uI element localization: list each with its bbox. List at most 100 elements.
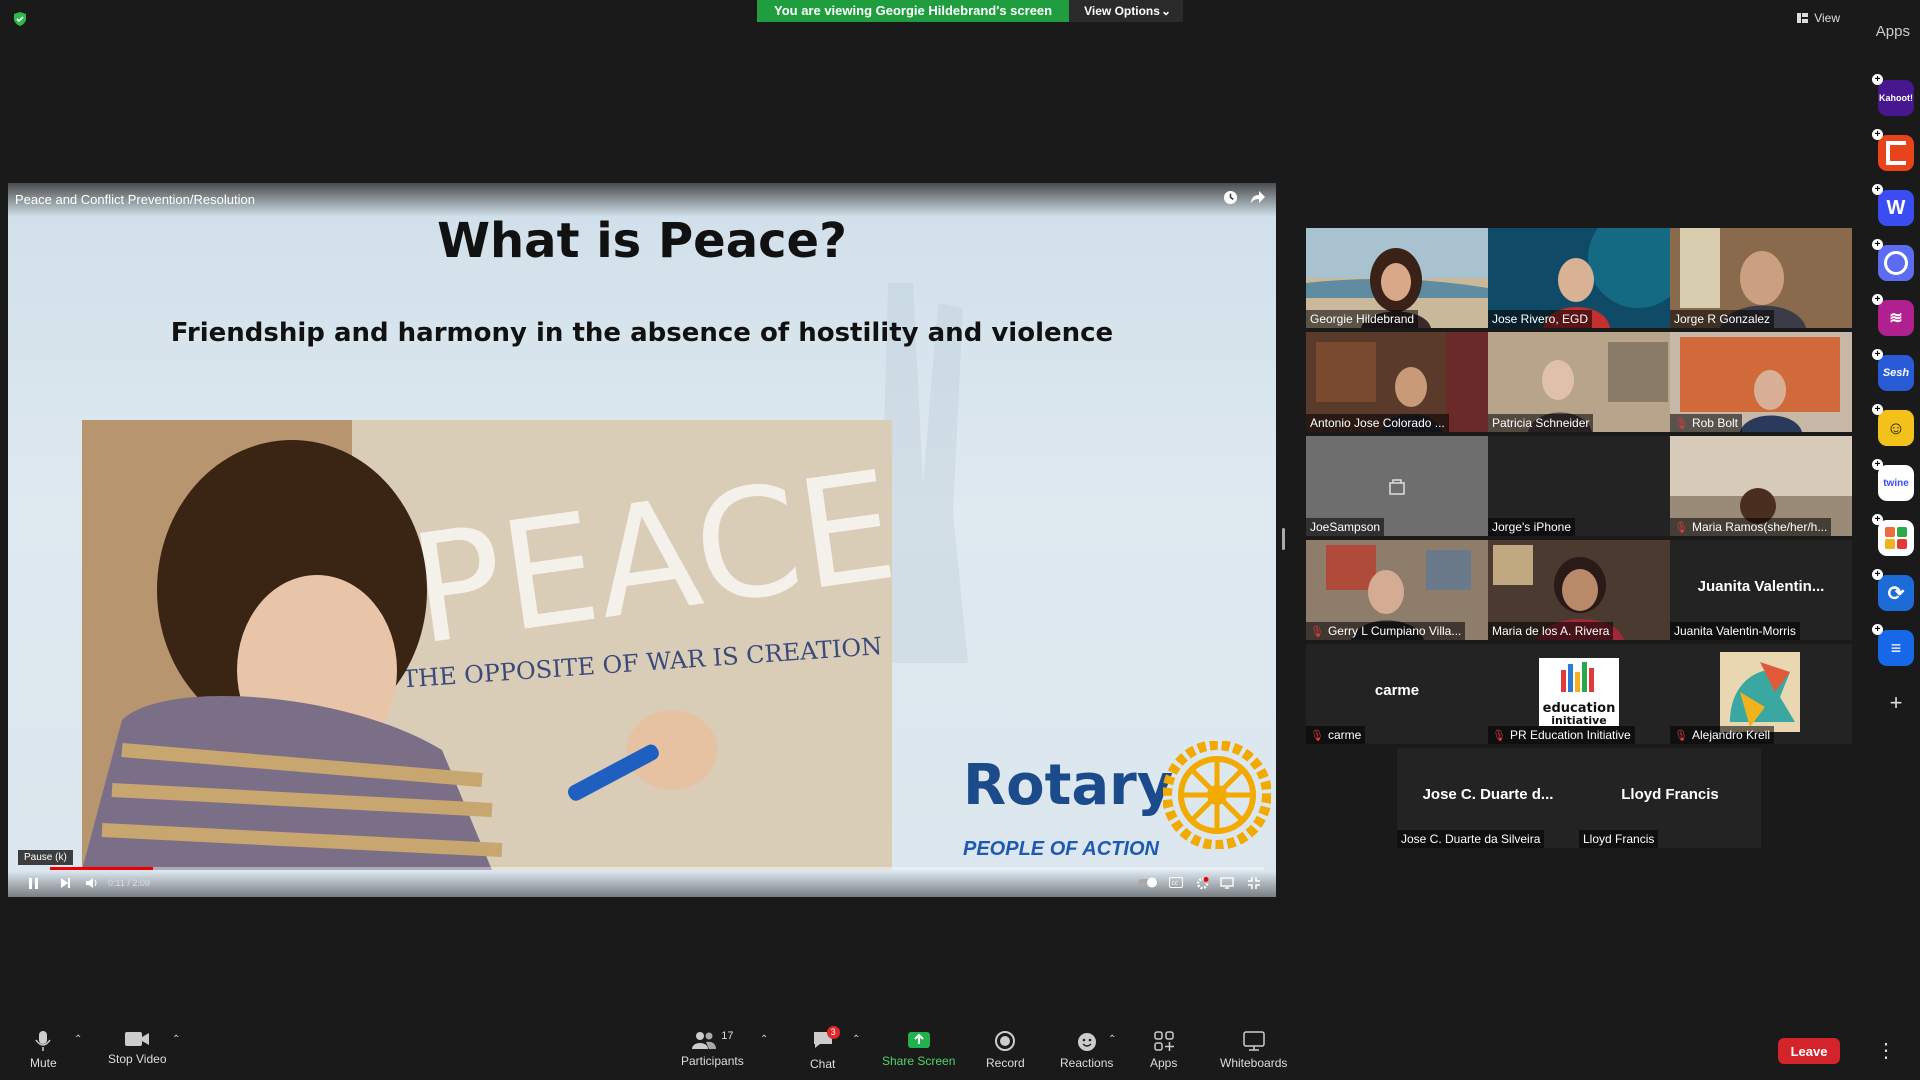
next-video-icon[interactable] [60, 877, 71, 889]
participant-tile[interactable]: education initiative 🎙 PR Education Initi… [1488, 644, 1670, 744]
view-button[interactable]: View [1797, 11, 1840, 25]
reactions-label: Reactions [1060, 1056, 1114, 1070]
participant-tile[interactable]: JoeSampson [1306, 436, 1488, 536]
app-glyph: ☺ [1886, 417, 1906, 438]
view-options-label: View Options [1084, 4, 1160, 18]
app-yellow-icon[interactable]: + ☺ [1872, 404, 1914, 446]
reactions-button[interactable]: Reactions [1060, 1030, 1113, 1070]
participant-tile[interactable]: Jose Rivero, EGD [1488, 228, 1670, 328]
wooclap-icon[interactable]: + W [1872, 184, 1914, 226]
panel-resize-handle[interactable] [1282, 528, 1285, 550]
app-label: Kahoot! [1879, 93, 1913, 103]
record-icon [995, 1031, 1016, 1051]
participant-name-text: Patricia Schneider [1492, 416, 1590, 430]
add-app-icon: + [1872, 514, 1883, 525]
video-title[interactable]: Peace and Conflict Prevention/Resolution [15, 192, 255, 207]
share-title-icons [1223, 190, 1266, 205]
participant-name: Juanita Valentin-Morris [1670, 622, 1800, 640]
muted-mic-icon: 🎙 [1310, 729, 1324, 742]
participant-tile[interactable]: Patricia Schneider [1488, 332, 1670, 432]
app-label: Sesh [1882, 367, 1910, 379]
participant-name: Patricia Schneider [1488, 414, 1594, 432]
add-app-icon: + [1872, 74, 1883, 85]
participant-tile[interactable]: Maria de los A. Rivera [1488, 540, 1670, 640]
participant-tile[interactable]: carme 🎙 carme [1306, 644, 1488, 744]
rotary-wheel-icon [1163, 741, 1271, 849]
participant-tile[interactable]: Georgie Hildebrand [1306, 228, 1488, 328]
participant-name: Jorge's iPhone [1488, 518, 1576, 536]
app-glyph: ≋ [1889, 310, 1903, 327]
watch-later-icon[interactable] [1223, 190, 1238, 205]
participant-name: Jose C. Duarte da Silveira [1397, 830, 1545, 848]
share-screen-icon [907, 1032, 930, 1048]
twine-icon[interactable]: + twine [1872, 459, 1914, 501]
apps-button[interactable]: Apps [1150, 1030, 1177, 1070]
volume-icon[interactable] [85, 877, 98, 889]
participant-name-text: Jose C. Duarte da Silveira [1401, 832, 1541, 846]
participant-tile[interactable]: 🎙 Maria Ramos(she/her/h... [1670, 436, 1852, 536]
participant-name: 🎙 Gerry L Cumpiano Villa... [1306, 622, 1466, 640]
chat-options-chevron-icon[interactable]: ⌃ [852, 1034, 860, 1045]
participant-tile[interactable]: Jose C. Duarte d... Jose C. Duarte da Si… [1397, 748, 1579, 848]
participant-tile[interactable]: Jorge's iPhone [1488, 436, 1670, 536]
kahoot-icon[interactable]: + Kahoot! [1872, 74, 1914, 116]
participant-tile[interactable]: Juanita Valentin... Juanita Valentin-Mor… [1670, 540, 1852, 640]
stop-video-button[interactable]: Stop Video [108, 1030, 167, 1066]
exit-fullscreen-icon[interactable] [1248, 877, 1260, 889]
video-progress-fill [50, 867, 154, 870]
participant-name: 🎙 Rob Bolt [1670, 414, 1742, 432]
participant-name-text: Maria de los A. Rivera [1492, 624, 1610, 638]
app-glyph [1886, 141, 1906, 165]
video-progress-bar[interactable] [50, 867, 1264, 870]
participant-name: 🎙 Alejandro Krell [1670, 726, 1775, 744]
participant-tile[interactable]: Jorge R Gonzalez [1670, 228, 1852, 328]
audio-options-chevron-icon[interactable]: ⌃ [74, 1034, 82, 1045]
muted-mic-icon: 🎙 [1674, 521, 1688, 534]
share-screen-button[interactable]: Share Screen [882, 1030, 955, 1068]
app-chat-icon[interactable]: + [1872, 239, 1914, 281]
participant-tile[interactable]: 🎙 Rob Bolt [1670, 332, 1852, 432]
settings-gear-icon[interactable] [1196, 877, 1209, 890]
security-shield-icon[interactable] [13, 12, 27, 26]
mute-button[interactable]: Mute [30, 1030, 57, 1070]
view-options-button[interactable]: View Options ⌄ [1069, 0, 1184, 22]
app-sync-icon[interactable]: + ⟳ [1872, 569, 1914, 611]
participants-button[interactable]: 17 Participants [681, 1030, 744, 1068]
participant-tile[interactable]: 🎙 Alejandro Krell [1670, 644, 1852, 744]
whiteboards-button[interactable]: Whiteboards [1220, 1030, 1287, 1070]
pause-icon[interactable] [28, 877, 40, 890]
pause-tooltip: Pause (k) [18, 850, 73, 865]
add-app-icon: + [1872, 239, 1883, 250]
add-app-plus-icon[interactable]: + [1878, 685, 1914, 721]
autoplay-toggle-icon[interactable] [1138, 877, 1158, 888]
participant-tile[interactable]: Antonio Jose Colorado ... [1306, 332, 1488, 432]
sesh-icon[interactable]: + Sesh [1872, 349, 1914, 391]
shared-screen[interactable]: Peace and Conflict Prevention/Resolution… [8, 183, 1276, 897]
participant-tile[interactable]: Lloyd Francis Lloyd Francis [1579, 748, 1761, 848]
app-grid-icon[interactable]: + [1872, 514, 1914, 556]
video-options-chevron-icon[interactable]: ⌃ [172, 1034, 180, 1045]
participant-name-text: Georgie Hildebrand [1310, 312, 1415, 326]
more-options-icon[interactable]: ⋮ [1876, 1038, 1896, 1063]
app-orange-icon[interactable]: + [1872, 129, 1914, 171]
stop-video-label: Stop Video [108, 1052, 167, 1066]
share-arrow-icon[interactable] [1250, 190, 1266, 205]
reactions-options-chevron-icon[interactable]: ⌃ [1108, 1034, 1116, 1045]
app-magenta-icon[interactable]: + ≋ [1872, 294, 1914, 336]
leave-button[interactable]: Leave [1778, 1038, 1840, 1064]
record-label: Record [986, 1056, 1025, 1070]
chat-button[interactable]: 3 Chat [810, 1026, 840, 1071]
participant-name-text: PR Education Initiative [1509, 728, 1631, 742]
record-button[interactable]: Record [986, 1030, 1025, 1070]
participant-tile[interactable]: 🎙 Gerry L Cumpiano Villa... [1306, 540, 1488, 640]
add-app-icon: + [1872, 404, 1883, 415]
captions-icon[interactable]: cc [1169, 877, 1183, 888]
alejandro-avatar-image [1720, 652, 1800, 732]
app-blue-icon[interactable]: + ≡ [1872, 624, 1914, 666]
participants-options-chevron-icon[interactable]: ⌃ [760, 1034, 768, 1045]
apps-icon [1153, 1031, 1174, 1051]
chevron-down-icon: ⌄ [1161, 4, 1172, 18]
video-time: 0:11 / 2:09 [108, 878, 150, 888]
cast-icon[interactable] [1220, 877, 1234, 889]
chat-icon-wrap: 3 [812, 1026, 840, 1057]
